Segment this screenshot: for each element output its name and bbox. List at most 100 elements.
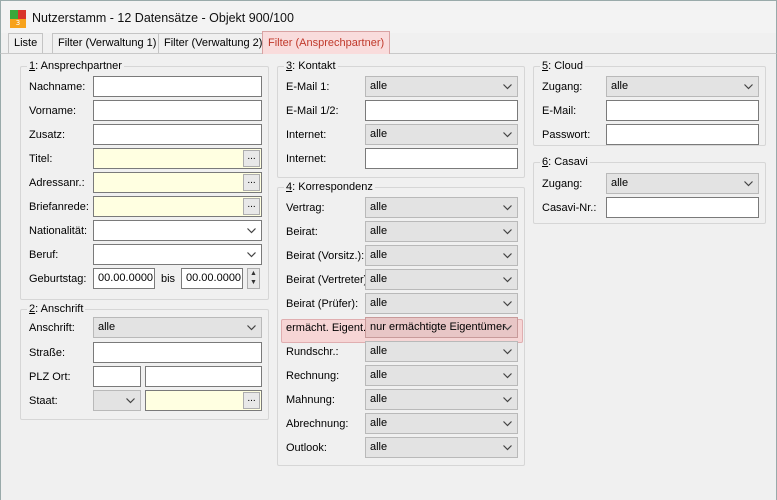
korrespondenz-select[interactable]: nur ermächtigte Eigentümer (365, 317, 518, 338)
chevron-down-icon (503, 222, 512, 235)
label-anschrift: Anschrift: (29, 322, 75, 334)
nationalitaet-select[interactable] (93, 220, 262, 241)
spin-up-icon[interactable]: ▲ (248, 269, 259, 278)
korrespondenz-label: Beirat (Vertreter): (286, 274, 371, 286)
tab-filter-verwaltung-2[interactable]: Filter (Verwaltung 2) (158, 33, 269, 53)
label-casavi-nr: Casavi-Nr.: (542, 202, 597, 214)
nachname-input[interactable] (93, 76, 262, 97)
adressanr-lookup-button[interactable]: ... (243, 174, 260, 191)
chevron-down-icon (503, 77, 512, 90)
briefanrede-input[interactable]: ... (93, 196, 262, 217)
korrespondenz-label: Outlook: (286, 442, 327, 454)
group-casavi: 6: Casavi Zugang: alle Casavi-Nr.: (533, 156, 766, 224)
korrespondenz-select[interactable]: alle (365, 437, 518, 458)
chevron-down-icon (503, 438, 512, 451)
korrespondenz-select[interactable]: alle (365, 293, 518, 314)
korrespondenz-select-value: alle (370, 345, 388, 357)
group-title-cloud: 5: Cloud (540, 60, 585, 72)
email12-input[interactable] (365, 100, 518, 121)
korrespondenz-select[interactable]: alle (365, 341, 518, 362)
tab-filter-verwaltung-1[interactable]: Filter (Verwaltung 1) (52, 33, 163, 53)
korrespondenz-label: Beirat (Prüfer): (286, 298, 359, 310)
korrespondenz-select[interactable]: alle (365, 389, 518, 410)
korrespondenz-select[interactable]: alle (365, 269, 518, 290)
label-email1: E-Mail 1: (286, 81, 330, 93)
geburtstag-to-input[interactable]: 00.00.0000 (181, 268, 243, 289)
korrespondenz-select-value: alle (370, 393, 388, 405)
chevron-down-icon (126, 391, 135, 404)
cloud-zugang-value: alle (611, 80, 629, 92)
group-ansprechpartner: 1: Ansprechpartner Nachname: Vorname: Zu… (20, 60, 269, 300)
group-cloud: 5: Cloud Zugang: alle E-Mail: Passwort: (533, 60, 766, 146)
korrespondenz-select[interactable]: alle (365, 365, 518, 386)
korrespondenz-select-value: alle (370, 273, 388, 285)
korrespondenz-select-value: alle (370, 297, 388, 309)
korrespondenz-select[interactable]: alle (365, 197, 518, 218)
titel-input[interactable]: ... (93, 148, 262, 169)
chevron-down-icon (503, 342, 512, 355)
internet-select-value: alle (370, 128, 388, 140)
cloud-email-input[interactable] (606, 100, 759, 121)
ort-input[interactable] (145, 366, 262, 387)
zusatz-input[interactable] (93, 124, 262, 145)
label-cloud-passwort: Passwort: (542, 129, 591, 141)
korrespondenz-label: Mahnung: (286, 394, 335, 406)
korrespondenz-select-value: alle (370, 441, 388, 453)
korrespondenz-select-value: alle (370, 417, 388, 429)
window-title: Nutzerstamm - 12 Datensätze - Objekt 900… (32, 11, 294, 25)
label-cloud-email: E-Mail: (542, 105, 577, 117)
group-anschrift: 2: Anschrift Anschrift: alle Straße: PLZ… (20, 303, 269, 420)
geburtstag-spinner[interactable]: ▲ ▼ (247, 268, 260, 289)
staat-lookup-button[interactable]: ... (243, 392, 260, 409)
korrespondenz-label: Beirat (Vorsitz.): (286, 250, 365, 262)
anschrift-select[interactable]: alle (93, 317, 262, 338)
korrespondenz-label: Rechnung: (286, 370, 340, 382)
chevron-down-icon (503, 390, 512, 403)
casavi-nr-input[interactable] (606, 197, 759, 218)
cloud-passwort-input[interactable] (606, 124, 759, 145)
group-title-korrespondenz: 4: Korrespondenz (284, 181, 375, 193)
filter-panel: 1: Ansprechpartner Nachname: Vorname: Zu… (0, 54, 777, 500)
internet-input[interactable] (365, 148, 518, 169)
chevron-down-icon (744, 174, 753, 187)
korrespondenz-select[interactable]: alle (365, 221, 518, 242)
chevron-down-icon (247, 318, 256, 331)
briefanrede-lookup-button[interactable]: ... (243, 198, 260, 215)
label-email12: E-Mail 1/2: (286, 105, 339, 117)
chevron-down-icon (503, 125, 512, 138)
group-title-ansprechpartner: 1: Ansprechpartner (27, 60, 124, 72)
label-casavi-zugang: Zugang: (542, 178, 583, 190)
spin-down-icon[interactable]: ▼ (248, 278, 259, 287)
tab-liste[interactable]: Liste (8, 33, 44, 53)
email1-select[interactable]: alle (365, 76, 518, 97)
beruf-select[interactable] (93, 244, 262, 265)
korrespondenz-select-value: alle (370, 225, 388, 237)
chevron-down-icon (503, 294, 512, 307)
app-logo-icon: 3 (10, 10, 26, 28)
titel-lookup-button[interactable]: ... (243, 150, 260, 167)
vorname-input[interactable] (93, 100, 262, 121)
strasse-input[interactable] (93, 342, 262, 363)
label-bis: bis (161, 273, 176, 285)
korrespondenz-select[interactable]: alle (365, 413, 518, 434)
staat-select[interactable] (93, 390, 141, 411)
adressanr-input[interactable]: ... (93, 172, 262, 193)
casavi-zugang-select[interactable]: alle (606, 173, 759, 194)
label-titel: Titel: (29, 153, 53, 165)
label-staat: Staat: (29, 395, 58, 407)
tab-filter-ansprechpartner[interactable]: Filter (Ansprechpartner) (262, 31, 391, 54)
svg-text:3: 3 (16, 19, 20, 27)
chevron-down-icon (503, 246, 512, 259)
label-briefanrede: Briefanrede: (29, 201, 89, 213)
plz-input[interactable] (93, 366, 141, 387)
group-title-kontakt: 3: Kontakt (284, 60, 338, 72)
chevron-down-icon (503, 366, 512, 379)
internet-select[interactable]: alle (365, 124, 518, 145)
korrespondenz-label: Vertrag: (286, 202, 325, 214)
cloud-zugang-select[interactable]: alle (606, 76, 759, 97)
staat-input[interactable]: ... (145, 390, 262, 411)
label-beruf: Beruf: (29, 249, 59, 261)
chevron-down-icon (503, 198, 512, 211)
korrespondenz-select[interactable]: alle (365, 245, 518, 266)
geburtstag-from-input[interactable]: 00.00.0000 (93, 268, 155, 289)
